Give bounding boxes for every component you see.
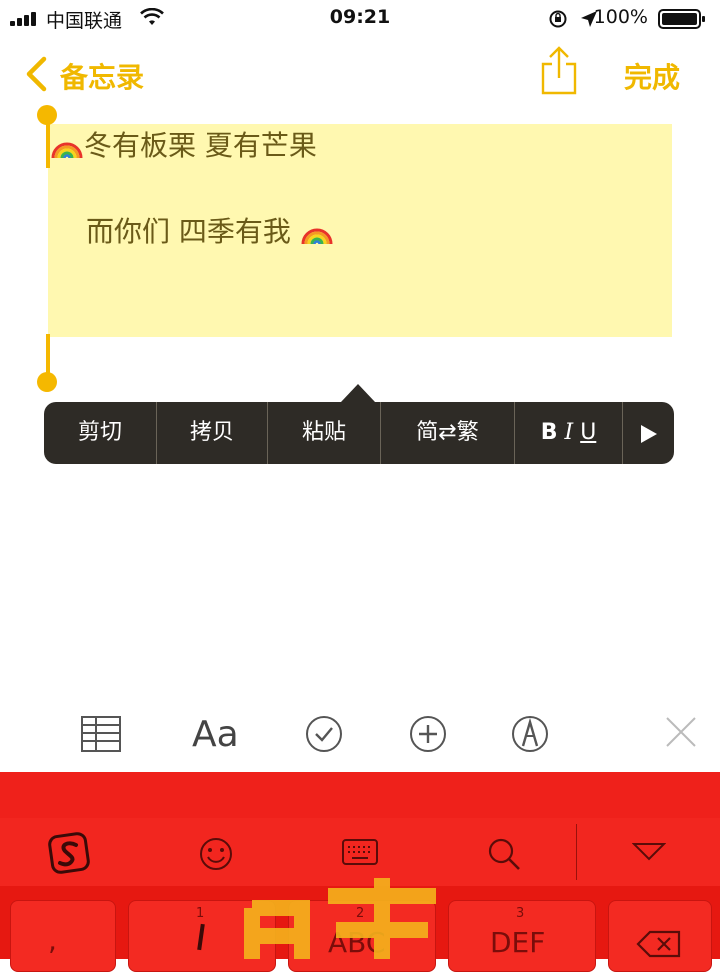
- key-comma-label: ,: [48, 924, 57, 957]
- table-icon[interactable]: [80, 714, 122, 754]
- close-icon[interactable]: [664, 714, 698, 750]
- search-icon[interactable]: [486, 836, 522, 872]
- copy-button[interactable]: 拷贝: [157, 402, 267, 464]
- status-bar: 中国联通 09:21 100%: [0, 0, 720, 36]
- menu-divider: [622, 402, 623, 464]
- sogou-logo-icon[interactable]: [48, 832, 90, 874]
- rotation-lock-icon: [549, 10, 567, 28]
- keyboard-candidate-area: [0, 772, 720, 818]
- markup-pen-icon[interactable]: [510, 714, 550, 754]
- rainbow-emoji-icon: [301, 228, 333, 245]
- add-icon[interactable]: [408, 714, 448, 754]
- back-button[interactable]: 备忘录: [60, 56, 144, 96]
- selection-handle-start-knob[interactable]: [37, 105, 57, 125]
- function-bar-divider: [576, 824, 577, 880]
- simplified-traditional-button[interactable]: 简⇄繁: [381, 402, 514, 464]
- note-line-1-text: 冬有板栗 夏有芒果: [84, 129, 317, 162]
- chevron-down-icon[interactable]: [632, 842, 666, 862]
- battery-icon: [658, 9, 705, 29]
- note-line-1[interactable]: 冬有板栗 夏有芒果: [50, 124, 317, 164]
- bold-label: B: [540, 420, 558, 445]
- biu-format-button[interactable]: B I U: [515, 402, 622, 464]
- key-1-number: 1: [196, 906, 205, 921]
- done-button[interactable]: 完成: [624, 56, 680, 96]
- key-3-label: DEF: [490, 926, 546, 959]
- checklist-icon[interactable]: [304, 714, 344, 754]
- note-line-2[interactable]: 而你们 四季有我: [86, 210, 334, 250]
- italic-label: I: [564, 420, 574, 445]
- note-line-2-text: 而你们 四季有我: [86, 215, 291, 248]
- key-comma[interactable]: [10, 900, 116, 972]
- share-icon[interactable]: [538, 46, 580, 96]
- key-3-number: 3: [516, 906, 525, 921]
- backspace-icon: [636, 930, 681, 958]
- paste-button[interactable]: 粘贴: [268, 402, 380, 464]
- emoji-icon[interactable]: [198, 836, 234, 872]
- cut-button[interactable]: 剪切: [44, 402, 156, 464]
- nav-bar: 备忘录 完成: [0, 44, 720, 104]
- keyboard-skin-artwork-icon: [244, 878, 436, 959]
- play-more-icon[interactable]: [640, 424, 658, 444]
- chevron-left-icon[interactable]: [24, 56, 50, 92]
- battery-percent: 100%: [593, 6, 648, 28]
- rainbow-emoji-icon: [51, 142, 83, 159]
- text-format-button[interactable]: Aa: [192, 714, 239, 755]
- selection-handle-end-knob[interactable]: [37, 372, 57, 392]
- format-toolbar: Aa: [0, 700, 720, 772]
- edit-menu: 剪切 拷贝 粘贴 简⇄繁 B I U: [44, 402, 674, 464]
- underline-label: U: [580, 420, 597, 445]
- keyboard-icon[interactable]: [341, 838, 379, 866]
- edit-menu-pointer: [341, 384, 375, 402]
